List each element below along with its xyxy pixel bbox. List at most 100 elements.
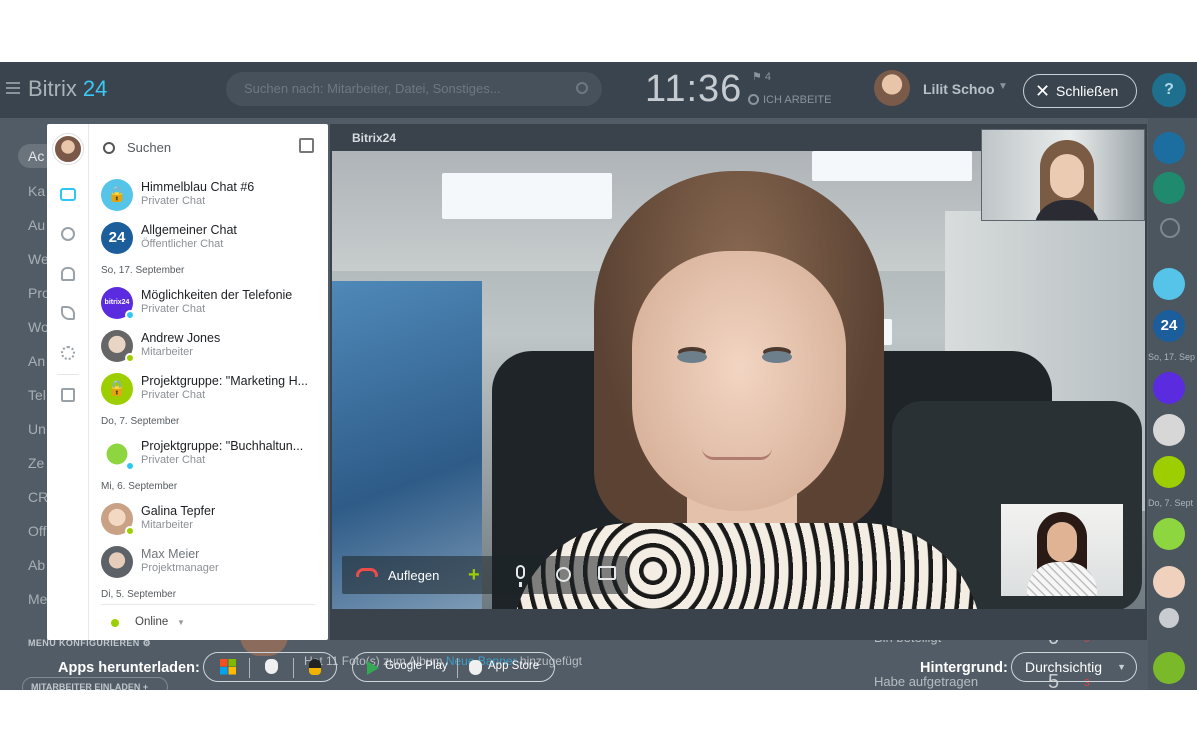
hangup-icon[interactable] — [356, 568, 378, 577]
chat-avatar[interactable] — [1153, 372, 1185, 404]
chat-list-item[interactable]: bitrix24 Möglichkeiten der Telefonie Pri… — [101, 284, 321, 324]
nav-item[interactable]: CR — [28, 489, 48, 505]
status-selector[interactable]: Online ▼ — [101, 604, 315, 640]
close-button[interactable]: ✕ Schließen — [1023, 74, 1137, 108]
chat-avatar[interactable] — [1153, 518, 1185, 550]
chat-list-item[interactable]: Andrew Jones Mitarbeiter — [101, 327, 321, 367]
nav-item[interactable]: Ze — [28, 455, 44, 471]
google-play-icon[interactable] — [367, 661, 379, 675]
google-play-link[interactable]: Google Play — [385, 660, 448, 672]
participant-thumbnail-video[interactable] — [1001, 504, 1123, 596]
chat-search-input[interactable]: Suchen — [103, 140, 171, 155]
add-participant-icon[interactable]: + — [468, 565, 480, 585]
chat-avatar[interactable] — [1153, 414, 1185, 446]
nav-item[interactable]: Tel — [28, 387, 46, 403]
open-lines-icon[interactable] — [61, 227, 75, 241]
nav-item[interactable]: An — [28, 353, 45, 369]
menu-icon[interactable] — [6, 82, 20, 94]
hangup-button[interactable]: Auflegen — [388, 568, 439, 583]
clock: 11:36 — [645, 68, 743, 110]
chat-list-item[interactable]: 🔒 Himmelblau Chat #6 Privater Chat — [101, 176, 321, 216]
chat-rail — [47, 124, 89, 640]
chat-list-item[interactable]: Galina Tepfer Mitarbeiter — [101, 500, 321, 540]
windows-icon[interactable] — [220, 659, 236, 675]
chat-type-badge — [125, 310, 135, 320]
work-status[interactable]: ICH ARBEITE — [748, 94, 831, 106]
compose-icon[interactable] — [299, 138, 314, 153]
chat-panel: Suchen 🔒 Himmelblau Chat #6 Privater Cha… — [47, 124, 328, 640]
chat-list-item[interactable]: Max Meier Projektmanager — [101, 543, 321, 583]
chat-list-item[interactable]: 🔒 Projektgruppe: "Marketing H... Private… — [101, 370, 321, 410]
help-button[interactable]: ? — [1152, 73, 1186, 107]
nav-item[interactable]: Off — [28, 523, 46, 539]
participant-eye — [762, 351, 792, 363]
global-search-input[interactable]: Suchen nach: Mitarbeiter, Datei, Sonstig… — [226, 72, 602, 106]
ceiling-lamp — [812, 151, 972, 181]
open-lines-icon[interactable] — [1153, 172, 1185, 204]
self-view-video[interactable] — [981, 129, 1145, 221]
bitrix24-icon: 24 — [101, 222, 133, 254]
chat-type-badge — [125, 461, 135, 471]
chat-avatar[interactable]: 24 — [1153, 310, 1185, 342]
date-separator: Mi, 6. September — [101, 481, 178, 492]
date-label: So, 17. Sep — [1148, 352, 1196, 362]
bell-icon[interactable] — [61, 267, 75, 281]
user-avatar — [101, 546, 133, 578]
chat-avatar[interactable] — [1153, 268, 1185, 300]
video-logo: Bitrix24 — [352, 131, 397, 145]
app-logo[interactable]: Bitrix 24 — [28, 76, 107, 102]
nav-item[interactable]: Un — [28, 421, 46, 437]
add-chat-icon[interactable] — [61, 388, 75, 402]
date-label: Do, 7. Sept — [1148, 498, 1194, 508]
user-avatar[interactable] — [874, 70, 910, 106]
chat-avatar[interactable] — [1153, 456, 1185, 488]
phone-icon[interactable] — [1153, 652, 1185, 684]
search-icon — [576, 82, 588, 94]
mobile-apps-group: Google Play App Store — [352, 652, 555, 682]
divider — [293, 658, 294, 678]
app-store-link[interactable]: App Store — [488, 660, 539, 672]
chat-list-item[interactable]: Projektgruppe: "Buchhaltun... Privater C… — [101, 435, 321, 475]
microphone-icon[interactable] — [516, 565, 525, 587]
chevron-down-icon: ▼ — [177, 618, 185, 627]
chevron-down-icon[interactable]: ▼ — [998, 81, 1008, 92]
nav-item[interactable]: Ka — [28, 183, 45, 199]
video-call-window: Bitrix24 Auflegen + — [330, 124, 1147, 640]
nav-item[interactable]: Wo — [28, 319, 49, 335]
nav-item[interactable]: Me — [28, 591, 47, 607]
my-avatar[interactable] — [53, 134, 83, 164]
invite-employees-button[interactable]: MITARBEITER EINLADEN + — [22, 677, 168, 690]
flag-counter[interactable]: ⚑ 4 — [752, 70, 771, 83]
chat-message-icon[interactable] — [598, 566, 616, 580]
date-separator: Di, 5. September — [101, 589, 177, 600]
user-name[interactable]: Lilit Schoo — [923, 81, 995, 97]
participant-face — [632, 251, 846, 511]
apple-icon[interactable] — [469, 660, 482, 675]
apps-download-label: Apps herunterladen: — [58, 660, 200, 676]
linux-icon[interactable] — [309, 659, 321, 675]
ceiling-lamp — [442, 173, 612, 219]
background-label: Hintergrund: — [920, 660, 1008, 676]
date-separator: Do, 7. September — [101, 416, 180, 427]
phone-icon[interactable] — [61, 306, 75, 320]
divider — [57, 374, 79, 375]
call-controls: Auflegen + — [342, 556, 628, 594]
nav-item[interactable]: Ab — [28, 557, 45, 573]
chevron-down-icon: ▼ — [1117, 662, 1126, 672]
notifications-icon[interactable] — [1153, 132, 1185, 164]
online-badge — [125, 526, 135, 536]
lock-icon: 🔒 — [101, 373, 133, 405]
history-icon[interactable] — [556, 567, 571, 582]
apple-icon[interactable] — [265, 659, 278, 674]
background-select[interactable]: ▼ Durchsichtig — [1011, 652, 1137, 682]
chat-avatar[interactable] — [1153, 566, 1185, 598]
search-icon — [103, 142, 115, 154]
nav-item[interactable]: We — [28, 251, 49, 267]
nav-item[interactable]: Au — [28, 217, 45, 233]
right-sidebar: 24 So, 17. Sep Do, 7. Sept — [1148, 118, 1197, 690]
search-icon[interactable] — [1160, 218, 1180, 238]
chat-icon[interactable] — [60, 188, 76, 201]
chat-avatar[interactable] — [1159, 608, 1179, 628]
gear-icon[interactable] — [61, 346, 75, 360]
chat-list-item[interactable]: 24 Allgemeiner Chat Öffentlicher Chat — [101, 219, 321, 259]
